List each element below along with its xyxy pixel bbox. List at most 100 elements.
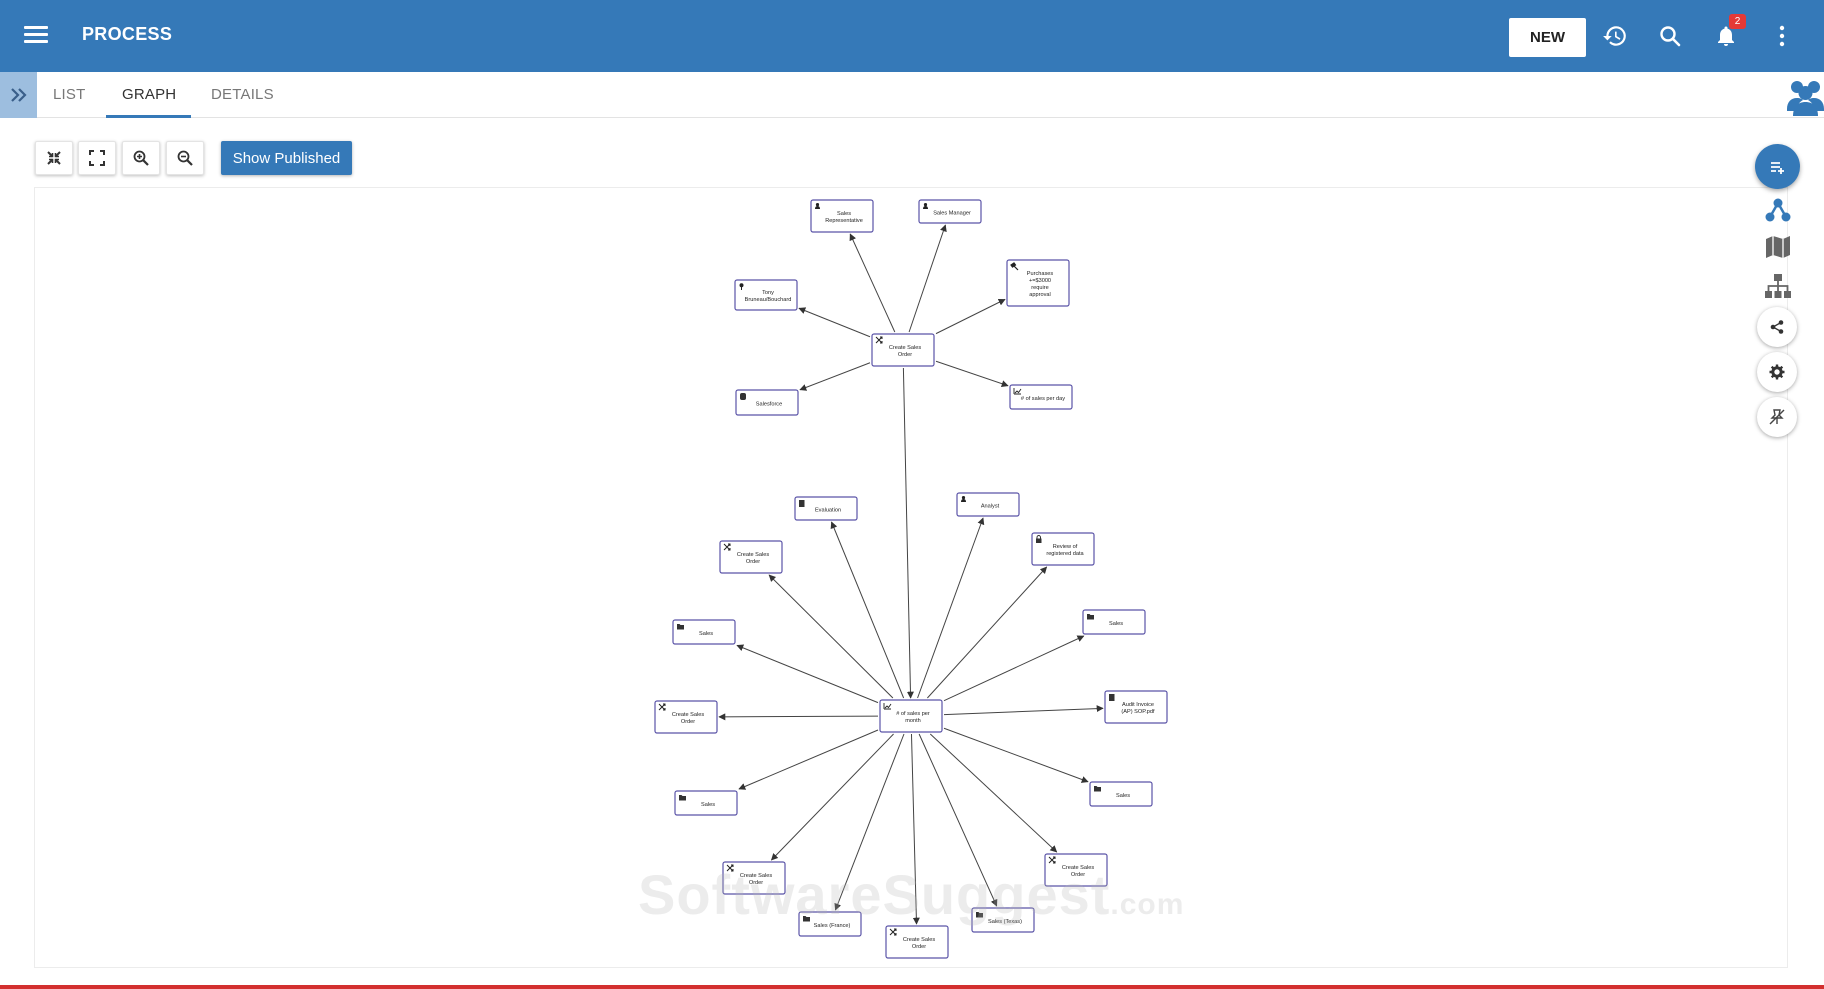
graph-edge	[718, 713, 879, 721]
gear-icon	[1769, 364, 1785, 380]
graph-node-sales-left-lower[interactable]: Sales	[674, 790, 738, 816]
graph-node-create-sales-order-top[interactable]: Create SalesOrder	[871, 333, 935, 367]
graph-edge	[908, 224, 947, 333]
process-graph[interactable]: SalesRepresentativeSales ManagerPurchase…	[35, 188, 1789, 969]
node-label: Create Sales	[889, 345, 922, 351]
node-label: # of sales per day	[1021, 396, 1065, 402]
unpin-button[interactable]	[1757, 397, 1797, 437]
history-icon[interactable]	[1599, 20, 1631, 52]
watermark: SoftwareSuggest.com	[638, 863, 1185, 926]
graph-edge	[768, 574, 894, 699]
playlist-add-icon	[1770, 161, 1784, 174]
share-icon	[1770, 320, 1784, 334]
node-label: Sales	[699, 631, 713, 637]
graph-edge	[738, 729, 879, 790]
expand-panel-button[interactable]	[0, 72, 37, 118]
node-label: Sales	[701, 802, 715, 808]
graph-node-sales-rep[interactable]: SalesRepresentative	[810, 199, 874, 233]
node-label: Create Sales	[672, 712, 705, 718]
node-label: require	[1031, 285, 1048, 291]
graph-edge	[799, 362, 871, 391]
top-app-bar: PROCESS NEW 2	[0, 0, 1824, 72]
settings-button[interactable]	[1757, 352, 1797, 392]
fit-graph-button[interactable]	[35, 141, 73, 175]
graph-node-cso-bottom[interactable]: Create SalesOrder	[885, 925, 949, 959]
node-label: Representative	[825, 218, 863, 224]
node-label: Sales Manager	[933, 211, 971, 217]
node-label: # of sales per	[896, 711, 930, 717]
graph-node-audit[interactable]: Audit Invoice(AP) SOP.pdf	[1104, 690, 1168, 724]
graph-edge	[770, 733, 894, 861]
graph-edge	[902, 367, 914, 699]
node-label: Order	[746, 559, 760, 565]
graph-edge	[943, 727, 1089, 783]
zoom-out-button[interactable]	[166, 141, 204, 175]
tab-graph[interactable]: GRAPH	[122, 86, 176, 103]
zoom-in-button[interactable]	[122, 141, 160, 175]
node-label: Audit Invoice	[1122, 702, 1154, 708]
double-chevron-right-icon	[10, 88, 27, 102]
node-label: +=$3000	[1029, 278, 1051, 284]
graph-node-review[interactable]: Review ofregistered data	[1031, 532, 1095, 566]
node-label: Evaluation	[815, 508, 841, 514]
graph-node-tony[interactable]: TonyBruneau/Bouchard	[734, 279, 798, 311]
database-icon	[740, 393, 746, 400]
graph-node-cso-left-upper[interactable]: Create SalesOrder	[719, 540, 783, 574]
graph-edge	[736, 644, 879, 704]
graph-node-sales-per-month[interactable]: # of sales permonth	[879, 699, 943, 733]
node-label: Tony	[762, 290, 774, 296]
new-button[interactable]: NEW	[1509, 18, 1586, 57]
hierarchy-icon[interactable]	[1761, 269, 1795, 303]
graph-edge	[849, 233, 896, 333]
notification-count-badge: 2	[1729, 14, 1746, 29]
node-label: Bruneau/Bouchard	[745, 297, 792, 303]
more-vert-icon[interactable]	[1766, 20, 1798, 52]
node-label: Create Sales	[737, 552, 770, 558]
zoom-out-icon	[177, 150, 193, 166]
graph-nodes: SalesRepresentativeSales ManagerPurchase…	[654, 199, 1168, 959]
share-button[interactable]	[1757, 307, 1797, 347]
tab-details[interactable]: DETAILS	[211, 86, 274, 103]
node-label: Sales	[1116, 793, 1130, 799]
side-panel-toggle-button[interactable]	[1755, 144, 1800, 189]
node-label: Review of	[1053, 544, 1078, 550]
graph-edge	[798, 307, 871, 338]
graph-nodes-icon[interactable]	[1761, 193, 1795, 227]
map-icon[interactable]	[1761, 230, 1795, 264]
graph-node-sales-per-day[interactable]: # of sales per day	[1009, 384, 1073, 410]
graph-node-sales-left-upper[interactable]: Sales	[672, 619, 736, 645]
graph-edge	[943, 705, 1104, 716]
node-label: Order	[898, 352, 912, 358]
graph-node-sales-manager[interactable]: Sales Manager	[918, 199, 982, 224]
graph-node-sales-right-upper[interactable]: Sales	[1082, 609, 1146, 635]
pin-off-icon	[1769, 409, 1785, 425]
graph-edge	[935, 298, 1006, 335]
tab-bar: LIST GRAPH DETAILS	[0, 72, 1824, 118]
graph-node-sales-right-lower[interactable]: Sales	[1089, 781, 1153, 807]
graph-node-purchases[interactable]: Purchases+=$3000requireapproval	[1006, 259, 1070, 307]
fullscreen-icon	[89, 150, 105, 166]
tab-list[interactable]: LIST	[53, 86, 85, 103]
node-label: approval	[1029, 292, 1050, 298]
node-label: (AP) SOP.pdf	[1121, 709, 1155, 715]
fullscreen-button[interactable]	[78, 141, 116, 175]
page-title: PROCESS	[82, 24, 173, 44]
users-group-icon[interactable]	[1787, 76, 1824, 121]
graph-edge	[927, 566, 1048, 699]
graph-edge	[929, 733, 1058, 853]
doc-icon	[799, 500, 805, 507]
node-label: Order	[681, 719, 695, 725]
hamburger-menu-icon[interactable]	[20, 22, 52, 50]
show-published-button[interactable]: Show Published	[221, 141, 352, 175]
search-icon[interactable]	[1654, 20, 1686, 52]
node-label: Sales	[1109, 621, 1123, 627]
node-label: Order	[912, 944, 926, 950]
graph-canvas[interactable]: Sales Representative Sales Manager Purchase…	[34, 187, 1788, 968]
node-label: month	[905, 718, 921, 724]
node-label: registered data	[1046, 551, 1084, 557]
node-label: Create Sales	[903, 937, 936, 943]
graph-node-salesforce[interactable]: Salesforce	[735, 389, 799, 416]
graph-node-cso-left-mid[interactable]: Create SalesOrder	[654, 700, 718, 734]
graph-node-analyst[interactable]: Analyst	[956, 492, 1020, 517]
graph-node-evaluation[interactable]: Evaluation	[794, 496, 858, 521]
